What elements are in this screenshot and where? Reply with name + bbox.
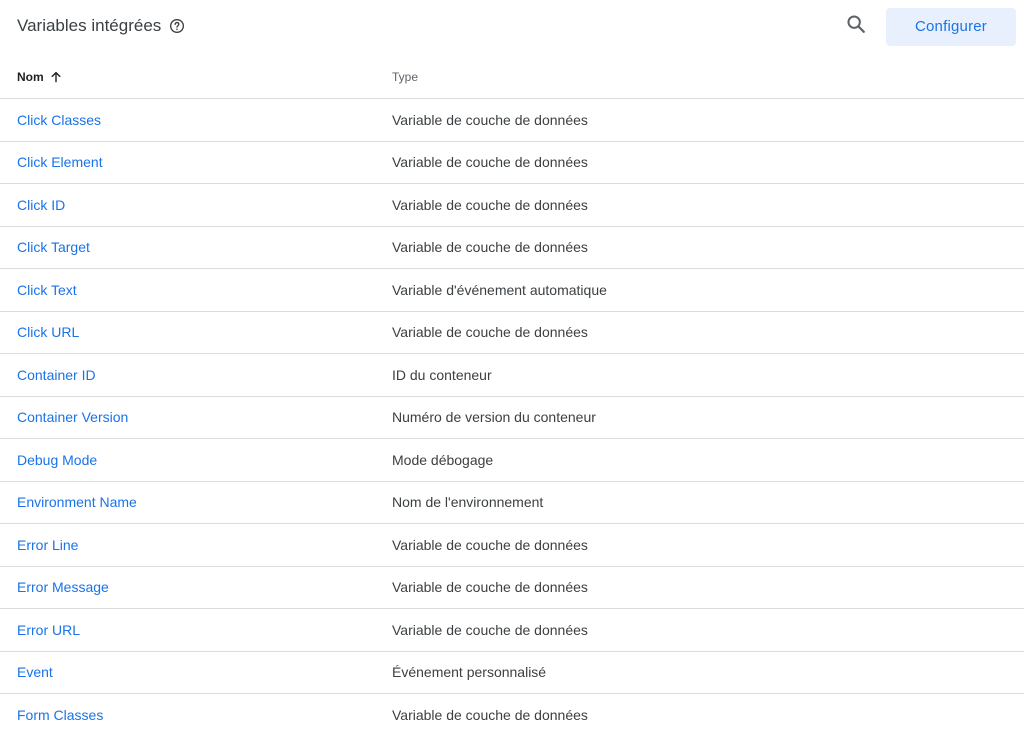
column-header-name-label: Nom: [17, 70, 44, 84]
panel-title: Variables intégrées: [17, 16, 185, 36]
panel-title-text: Variables intégrées: [17, 16, 162, 35]
variable-type: Variable de couche de données: [392, 154, 588, 171]
variable-name-link[interactable]: Error URL: [17, 622, 80, 638]
configure-button[interactable]: Configurer: [886, 7, 1016, 46]
table-row[interactable]: Event Événement personnalisé: [0, 652, 1024, 694]
variable-type: Variable de couche de données: [392, 707, 588, 724]
variable-name-link[interactable]: Form Classes: [17, 707, 103, 723]
variable-name-link[interactable]: Click URL: [17, 324, 79, 340]
variable-type: Variable de couche de données: [392, 324, 588, 341]
table-row[interactable]: Click Element Variable de couche de donné…: [0, 142, 1024, 184]
table-row[interactable]: Click Text Variable d'événement automatiq…: [0, 269, 1024, 312]
table-row[interactable]: Container ID ID du conteneur: [0, 354, 1024, 397]
table-row[interactable]: Click Target Variable de couche de donnée…: [0, 227, 1024, 269]
variable-name-link[interactable]: Event: [17, 664, 53, 680]
table-row[interactable]: Click ID Variable de couche de données: [0, 184, 1024, 227]
table-row[interactable]: Form Classes Variable de couche de donnée…: [0, 694, 1024, 733]
column-header-name[interactable]: Nom: [17, 70, 63, 84]
variable-type: Variable de couche de données: [392, 536, 588, 553]
table-row[interactable]: Error URL Variable de couche de données: [0, 609, 1024, 652]
variable-type: Variable de couche de données: [392, 621, 588, 638]
variable-type: Nom de l'environnement: [392, 494, 544, 511]
variable-type: Événement personnalisé: [392, 664, 547, 681]
table-row[interactable]: Error Message Variable de couche de donné…: [0, 567, 1024, 609]
variable-name-link[interactable]: Error Line: [17, 537, 78, 553]
variable-type: Variable de couche de données: [392, 196, 588, 213]
table-row[interactable]: Click Classes Variable de couche de donné…: [0, 99, 1024, 142]
table-row[interactable]: Debug Mode Mode débogage: [0, 439, 1024, 482]
variable-type: Variable d'événement automatique: [392, 281, 607, 298]
variable-type: Variable de couche de données: [392, 579, 588, 596]
variable-name-link[interactable]: Click Classes: [17, 112, 101, 128]
arrow-up-icon: [49, 70, 63, 84]
variable-type: ID du conteneur: [392, 366, 492, 383]
variable-name-link[interactable]: Environment Name: [17, 494, 137, 510]
table-row[interactable]: Environment Name Nom de l'environnement: [0, 482, 1024, 524]
table-row[interactable]: Container Version Numéro de version du co…: [0, 397, 1024, 439]
variable-name-link[interactable]: Click Text: [17, 282, 77, 298]
variable-type: Mode débogage: [392, 451, 494, 468]
help-circle-icon[interactable]: [169, 18, 185, 34]
table-header: Nom Type: [0, 56, 1024, 99]
variable-name-link[interactable]: Debug Mode: [17, 452, 97, 468]
panel-header: Variables intégrées Configurer: [0, 0, 1024, 56]
variable-name-link[interactable]: Container ID: [17, 367, 96, 383]
variable-type: Variable de couche de données: [392, 239, 588, 256]
search-icon: [845, 13, 867, 40]
variable-type: Variable de couche de données: [392, 111, 588, 128]
search-button[interactable]: [836, 6, 876, 46]
table-row[interactable]: Click URL Variable de couche de données: [0, 312, 1024, 354]
variable-name-link[interactable]: Click Element: [17, 154, 103, 170]
variable-name-link[interactable]: Error Message: [17, 579, 109, 595]
variable-name-link[interactable]: Click Target: [17, 239, 90, 255]
table-row[interactable]: Error Line Variable de couche de données: [0, 524, 1024, 567]
column-header-type[interactable]: Type: [392, 70, 418, 84]
variables-table-body: Click Classes Variable de couche de donné…: [0, 99, 1024, 733]
builtin-variables-panel: Variables intégrées Configurer Nom Type …: [0, 0, 1024, 733]
variable-type: Numéro de version du conteneur: [392, 409, 596, 426]
variable-name-link[interactable]: Container Version: [17, 409, 128, 425]
variable-name-link[interactable]: Click ID: [17, 197, 65, 213]
